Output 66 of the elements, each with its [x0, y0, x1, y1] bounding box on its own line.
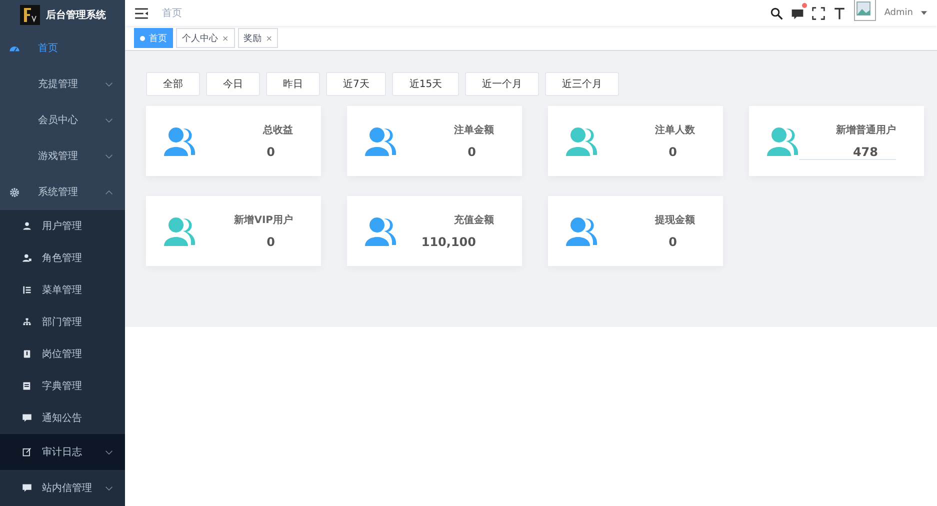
logo-icon — [20, 5, 40, 25]
stat-label: 新增普通用户 — [836, 123, 896, 136]
caret-down-icon — [105, 450, 113, 454]
close-icon[interactable]: × — [222, 34, 229, 42]
user-card-icon — [22, 253, 32, 263]
stat-value: 0 — [466, 145, 477, 159]
date-filter-button[interactable]: 近7天 — [326, 72, 386, 96]
list-icon — [22, 285, 32, 295]
user-icon — [22, 221, 32, 231]
sidebar-item[interactable]: 会员中心 — [0, 102, 125, 138]
sidebar-subitem[interactable]: 站内信管理 — [0, 470, 125, 506]
sidebar-subitem[interactable]: 部门管理 — [0, 306, 125, 338]
date-filter-button[interactable]: 今日 — [206, 72, 260, 96]
sidebar-subitem[interactable]: 菜单管理 — [0, 274, 125, 306]
app-title: 后台管理系统 — [46, 8, 106, 22]
caret-down-icon[interactable] — [921, 11, 927, 15]
hierarchy-icon — [22, 317, 32, 327]
book-icon — [22, 381, 32, 391]
date-filter-button[interactable]: 近15天 — [392, 72, 460, 96]
stat-label: 充值金额 — [454, 213, 494, 227]
date-filter-button[interactable]: 近三个月 — [545, 72, 620, 96]
stat-value: 110,100 — [420, 235, 477, 249]
stat-value: 0 — [668, 235, 678, 249]
sidebar-subitem[interactable]: 审计日志 — [0, 434, 125, 470]
sidebar-item[interactable]: 充提管理 — [0, 66, 125, 102]
caret-down-icon — [105, 118, 113, 122]
stat-value: 478 — [799, 144, 896, 160]
text-size-icon[interactable] — [833, 6, 846, 20]
sidebar-subitem[interactable]: 用户管理 — [0, 210, 125, 242]
stat-label: 注单金额 — [454, 123, 494, 137]
breadcrumb: 首页 — [162, 7, 182, 20]
stat-label: 新增VIP用户 — [234, 213, 293, 227]
tag-tab[interactable]: 奖励 × — [238, 28, 278, 48]
close-icon[interactable]: × — [266, 34, 272, 42]
sidebar-item[interactable]: 首页 — [0, 30, 125, 66]
chat-icon — [22, 483, 32, 493]
stat-value: 0 — [668, 145, 678, 159]
caret-down-icon — [105, 154, 113, 158]
user-name[interactable]: Admin — [884, 8, 913, 18]
sidebar-item[interactable]: 系统管理 — [0, 174, 125, 210]
stat-label: 注单人数 — [655, 123, 695, 137]
stat-label: 总收益 — [263, 124, 293, 137]
caret-down-icon — [105, 486, 113, 490]
date-filter-button[interactable]: 全部 — [146, 72, 200, 96]
tag-tab[interactable]: 个人中心 × — [176, 28, 235, 48]
caret-down-icon — [105, 82, 113, 86]
caret-up-icon — [105, 190, 113, 194]
date-filter-button[interactable]: 近一个月 — [465, 72, 540, 96]
sidebar-subitem[interactable]: 字典管理 — [0, 370, 125, 402]
stat-value: 0 — [266, 145, 276, 159]
search-icon[interactable] — [770, 6, 784, 20]
edit-icon — [22, 447, 32, 457]
sidebar-item[interactable]: 游戏管理 — [0, 138, 125, 174]
sidebar-subitem[interactable]: 角色管理 — [0, 242, 125, 274]
broken-image-icon[interactable] — [854, 0, 876, 21]
sidebar-subitem[interactable]: 通知公告 — [0, 402, 125, 434]
sidebar-subitem[interactable]: 岗位管理 — [0, 338, 125, 370]
stat-value: 0 — [266, 235, 276, 249]
stat-label: 提现金额 — [655, 213, 695, 227]
menu-icon[interactable] — [135, 8, 148, 18]
fullscreen-icon[interactable] — [812, 6, 826, 20]
chat-icon — [22, 413, 32, 423]
badge-icon — [22, 349, 32, 359]
settings-icon — [9, 186, 20, 198]
date-filter-button[interactable]: 昨日 — [266, 72, 320, 96]
chat-icon[interactable] — [791, 6, 804, 20]
